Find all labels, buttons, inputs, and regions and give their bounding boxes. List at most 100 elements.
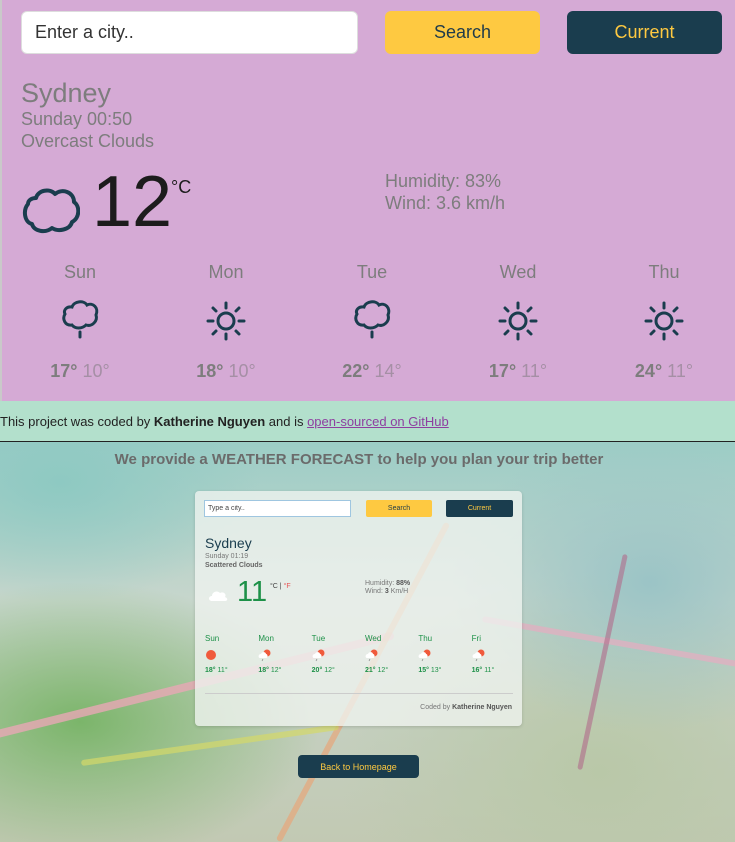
forecast: Sun 17° 10° Mon 18° 10° Tue 22° 14° Wed … [7, 262, 735, 382]
screenshot-forecast-day: Mon 18° 12° [258, 634, 311, 674]
forecast-min: 11° [217, 667, 228, 674]
sun-rain-cloud-icon [472, 649, 485, 662]
forecast-max: 17° [50, 361, 78, 381]
footer-middle: and is [265, 414, 308, 429]
forecast-day: Thu 24° 11° [591, 262, 735, 382]
forecast-day-name: Thu [418, 634, 433, 643]
forecast-min: 12° [324, 667, 335, 674]
forecast-day-name: Tue [356, 262, 388, 282]
sun-icon [206, 301, 246, 341]
forecast-day-name: Sun [63, 262, 97, 282]
forecast-max: 24° [634, 361, 663, 381]
screenshot-datetime: Sunday 01:19 [205, 553, 249, 560]
forecast-max: 18° [258, 667, 269, 674]
forecast-day-name: Wed [364, 634, 382, 643]
forecast-day: Mon 18° 10° [153, 262, 299, 382]
sun-rain-cloud-icon [258, 649, 271, 662]
forecast-day-name: Thu [648, 262, 680, 282]
credit-prefix: Coded by [420, 704, 453, 711]
screenshot-forecast-day: Wed 21° 12° [365, 634, 418, 674]
forecast-max: 21° [364, 667, 376, 674]
temperature-unit: °C [171, 177, 192, 197]
humidity-value: 88% [396, 580, 411, 587]
screenshot-weather-card: Search Current Sydney Sunday 01:19 Scatt… [195, 491, 522, 726]
wind-label: Wind: [365, 588, 385, 595]
forecast-min: 10° [82, 361, 110, 381]
current-temperature: 12 [92, 162, 173, 242]
sun-rain-cloud-icon [418, 649, 431, 662]
forecast-max: 18° [196, 361, 224, 381]
search-button[interactable]: Search [385, 11, 540, 54]
forecast-day: Tue 22° 14° [299, 262, 445, 382]
forecast-min: 10° [228, 361, 256, 381]
screenshot-forecast-day: Fri 16° 11° [472, 634, 525, 674]
sun-icon [206, 650, 216, 660]
forecast-min: 11° [667, 361, 694, 381]
screenshot-humidity: Humidity: 88% [365, 580, 410, 587]
forecast-min: 13° [430, 667, 442, 674]
screenshot-city: Sydney [205, 535, 252, 551]
forecast-day-name: Tue [311, 634, 326, 643]
screenshot-forecast: Sun 18° 11° Mon 18° 12° Tue 20° 12° Wed … [205, 634, 525, 674]
current-location-button[interactable]: Current [567, 11, 722, 54]
forecast-day-name: Mon [258, 634, 274, 643]
celsius-unit: °C [270, 583, 278, 590]
forecast-max: 20° [311, 667, 323, 674]
forecast-day: Sun 17° 10° [7, 262, 153, 382]
footer-prefix: This project was coded by [0, 414, 154, 429]
forecast-max: 16° [471, 667, 483, 674]
footer-author: Katherine Nguyen [153, 414, 266, 429]
forecast-max: 17° [488, 361, 517, 381]
forecast-max: 18° [205, 667, 216, 674]
credit-author: Katherine Nguyen [452, 704, 512, 711]
forecast-day: Wed 17° 11° [445, 262, 591, 382]
screenshot-forecast-day: Thu 15° 13° [418, 634, 471, 674]
weather-app: Search Current Sydney Sunday 00:50 Overc… [0, 0, 735, 401]
forecast-day-name: Wed [499, 262, 537, 282]
forecast-day-name: Mon [208, 262, 244, 282]
forecast-min: 11° [484, 667, 495, 674]
screenshot-search-button: Search [366, 500, 432, 517]
forecast-max: 22° [342, 361, 370, 381]
screenshot-description: Scattered Clouds [205, 562, 263, 569]
cloud-icon [22, 188, 80, 234]
screenshot-temperature: 11 [237, 576, 268, 608]
footer: This project was coded by Katherine Nguy… [0, 414, 449, 429]
project-screenshot: We provide a WEATHER FORECAST to help yo… [0, 441, 735, 842]
divider [205, 693, 513, 694]
sun-icon [498, 301, 538, 341]
screenshot-unit-toggle: °C | °F [270, 583, 291, 590]
screenshot-current-button: Current [446, 500, 513, 517]
sun-rain-cloud-icon [365, 649, 378, 662]
cloud-icon [209, 591, 228, 601]
current-datetime: Sunday 00:50 [21, 109, 133, 129]
rain-cloud-icon [354, 300, 391, 339]
rain-cloud-icon [62, 300, 99, 339]
city-search-input[interactable] [21, 11, 358, 54]
humidity-label: Humidity: [365, 580, 397, 587]
back-to-homepage-button[interactable]: Back to Homepage [298, 755, 419, 778]
screenshot-wind: Wind: 3 Km/H [365, 588, 408, 595]
forecast-min: 14° [374, 361, 402, 381]
screenshot-forecast-day: Sun 18° 11° [205, 634, 258, 674]
city-name: Sydney [21, 78, 112, 108]
github-link[interactable]: open-sourced on GitHub [307, 414, 449, 429]
map-road [577, 553, 628, 771]
sun-rain-cloud-icon [312, 649, 325, 662]
screenshot-credit: Coded by Katherine Nguyen [420, 704, 512, 711]
forecast-max: 15° [418, 667, 429, 674]
forecast-day-name: Fri [471, 634, 481, 643]
weather-description: Overcast Clouds [21, 131, 155, 151]
screenshot-city-input [204, 500, 351, 517]
screenshot-forecast-day: Tue 20° 12° [312, 634, 365, 674]
fahrenheit-unit: °F [283, 583, 291, 590]
humidity: Humidity: 83% [385, 171, 502, 191]
wind-speed: Wind: 3.6 km/h [385, 193, 506, 213]
forecast-min: 12° [270, 667, 282, 674]
screenshot-title: We provide a WEATHER FORECAST to help yo… [114, 451, 604, 468]
wind-unit: Km/H [388, 588, 409, 595]
sun-icon [644, 301, 684, 341]
forecast-day-name: Sun [205, 634, 220, 643]
forecast-min: 11° [521, 361, 548, 381]
forecast-min: 12° [377, 667, 389, 674]
